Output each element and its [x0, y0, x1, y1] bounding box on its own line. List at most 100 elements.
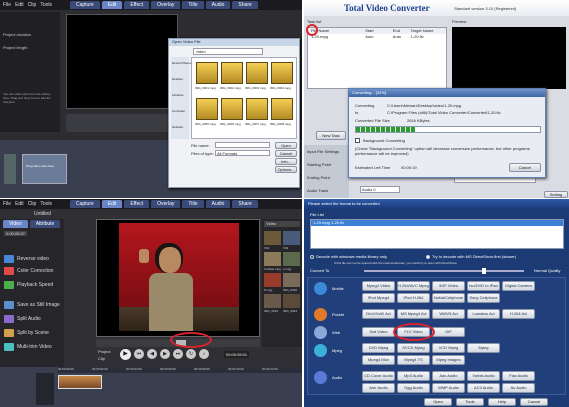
tab-share[interactable]: Share [232, 200, 258, 208]
menu-edit[interactable]: Edit [15, 2, 24, 8]
menu-clip[interactable]: Clip [28, 2, 37, 8]
file-thumb[interactable] [246, 62, 268, 84]
cancel-button[interactable]: Cancel [520, 398, 548, 406]
format-mpeg4-ts[interactable]: Mpeg4 TS [397, 355, 430, 365]
split-audio-option[interactable]: Split Audio [4, 315, 41, 323]
timeline-ruler[interactable]: 00:00:00:00 00:00:02:00 00:00:04:00 00:0… [58, 367, 302, 373]
format-au[interactable]: Au Audio [502, 383, 535, 393]
library-thumb[interactable] [283, 273, 300, 287]
subtab-attribute[interactable]: Attribute [29, 220, 61, 228]
tab-audio[interactable]: Audio [205, 1, 231, 9]
end-icon[interactable]: ⏭ [173, 349, 183, 359]
info-button[interactable]: Info... [275, 158, 297, 165]
menu-file[interactable]: File [3, 2, 11, 8]
new-task-button[interactable]: New Task [316, 131, 346, 140]
look-in-select[interactable]: video [193, 48, 263, 55]
format-vorbis[interactable]: Vorbis Audio [467, 371, 500, 381]
volume-icon[interactable]: ♪ [199, 349, 209, 359]
format-gif[interactable]: GIF [432, 327, 465, 337]
library-thumb[interactable] [264, 252, 281, 266]
subtab-video[interactable]: Video [3, 220, 28, 228]
prev-frame-icon[interactable]: ◀ [147, 349, 157, 359]
format-ipod-h264[interactable]: iPod H.264 [397, 293, 430, 303]
player-controls[interactable] [66, 114, 178, 132]
format-digital-camera[interactable]: Digital Camera [502, 281, 535, 291]
format-lossless[interactable]: Lossless Avi [467, 309, 500, 319]
save-still-option[interactable]: Save as Still Image [4, 301, 60, 309]
file-list-row[interactable]: 1-20.mpg 1-20.flv [311, 220, 563, 226]
settings-starting-point[interactable]: Starting Point [307, 162, 331, 167]
home-icon[interactable]: ⏮ [134, 349, 144, 359]
tab-capture[interactable]: Capture [70, 1, 100, 9]
repeat-icon[interactable]: ↻ [186, 349, 196, 359]
split-scene-option[interactable]: Split by Scene [4, 329, 49, 337]
menu-file[interactable]: File [3, 201, 11, 207]
file-thumb[interactable] [221, 98, 243, 120]
place-network[interactable]: Network [172, 125, 183, 129]
format-h264-avi[interactable]: H.264 Avi [502, 309, 535, 319]
format-mp3[interactable]: Mp3 Audio [397, 371, 430, 381]
format-ac3[interactable]: AC3 Audio [467, 383, 500, 393]
reverse-video-option[interactable]: Reverse video [4, 255, 49, 263]
format-h264-mpeg4[interactable]: H.264/AVC Mpeg4 [397, 281, 430, 291]
project-label[interactable]: Project [98, 349, 110, 354]
try-decode-radio[interactable] [426, 255, 430, 259]
storyline-clip[interactable]: Drag video clips here [22, 154, 67, 184]
format-3gp[interactable]: 3GP Video [432, 281, 465, 291]
format-sony[interactable]: Sony Cellphone [467, 293, 500, 303]
format-ogg[interactable]: Ogg Audio [397, 383, 430, 393]
file-thumb[interactable] [221, 62, 243, 84]
files-of-type-select[interactable]: All Formats [215, 150, 270, 156]
tab-effect[interactable]: Effect [124, 200, 150, 208]
tab-effect[interactable]: Effect [124, 1, 150, 9]
play-icon[interactable]: ▶ [120, 349, 131, 360]
place-desktop[interactable]: Desktop [172, 77, 183, 81]
format-amr[interactable]: Amr Audio [362, 383, 395, 393]
quality-slider[interactable] [364, 268, 524, 274]
place-computer[interactable]: Computer [172, 109, 185, 113]
tab-title[interactable]: Title [182, 1, 204, 9]
library-thumb[interactable] [264, 294, 281, 308]
background-checkbox[interactable] [355, 138, 360, 143]
multi-trim-option[interactable]: Multi-trim Video [4, 343, 52, 351]
menu-clip[interactable]: Clip [28, 201, 37, 207]
decode-radio[interactable] [310, 255, 314, 259]
clip-label[interactable]: Clip [98, 356, 105, 361]
tools-button[interactable]: Tools [456, 398, 484, 406]
format-dvd[interactable]: DVD Mpeg [362, 343, 395, 353]
format-swf[interactable]: Swf Video [362, 327, 395, 337]
format-vcd[interactable]: VCD Mpeg [432, 343, 465, 353]
settings-audio-track[interactable]: Audio Track [307, 188, 328, 193]
duration-value[interactable]: 0:00:05:07 [4, 231, 27, 236]
tab-edit[interactable]: Edit [101, 200, 123, 208]
file-thumb[interactable] [271, 62, 293, 84]
storyline-tools[interactable] [4, 154, 16, 184]
timecode[interactable]: 00:00:05:01 [224, 351, 250, 358]
format-mpeg-images[interactable]: Mpeg Images [432, 355, 465, 365]
tab-capture[interactable]: Capture [70, 200, 100, 208]
file-name-input[interactable] [215, 142, 270, 148]
open-button[interactable]: Open [275, 142, 297, 149]
place-recent[interactable]: Recent Places [172, 61, 191, 65]
library-thumb[interactable] [283, 231, 300, 245]
library-thumb[interactable] [283, 252, 300, 266]
menu-tools[interactable]: Tools [40, 201, 52, 207]
settings-ending-point[interactable]: Ending Point [307, 175, 330, 180]
format-mpeg[interactable]: Mpeg [467, 343, 500, 353]
table-row[interactable]: 1-20.mpg Auto Auto 1-20.flv [308, 34, 446, 40]
quality-thumb[interactable] [482, 268, 486, 274]
file-thumb[interactable] [271, 98, 293, 120]
tab-overlay[interactable]: Overlay [151, 200, 181, 208]
tab-share[interactable]: Share [232, 1, 258, 9]
format-ms-mpeg4[interactable]: MS Mpeg4 Avi [397, 309, 430, 319]
format-ipod-mpeg4[interactable]: iPod Mpeg4 [362, 293, 395, 303]
format-wmv5[interactable]: WMV5 Avi [432, 309, 465, 319]
library-thumb[interactable] [264, 273, 281, 287]
file-thumb[interactable] [196, 98, 218, 120]
file-thumb[interactable] [196, 62, 218, 84]
menu-edit[interactable]: Edit [15, 201, 24, 207]
cancel-button[interactable]: Cancel [275, 150, 297, 157]
tab-edit[interactable]: Edit [101, 1, 123, 9]
library-dropdown[interactable]: Video [264, 221, 300, 227]
library-thumb[interactable] [264, 231, 281, 245]
